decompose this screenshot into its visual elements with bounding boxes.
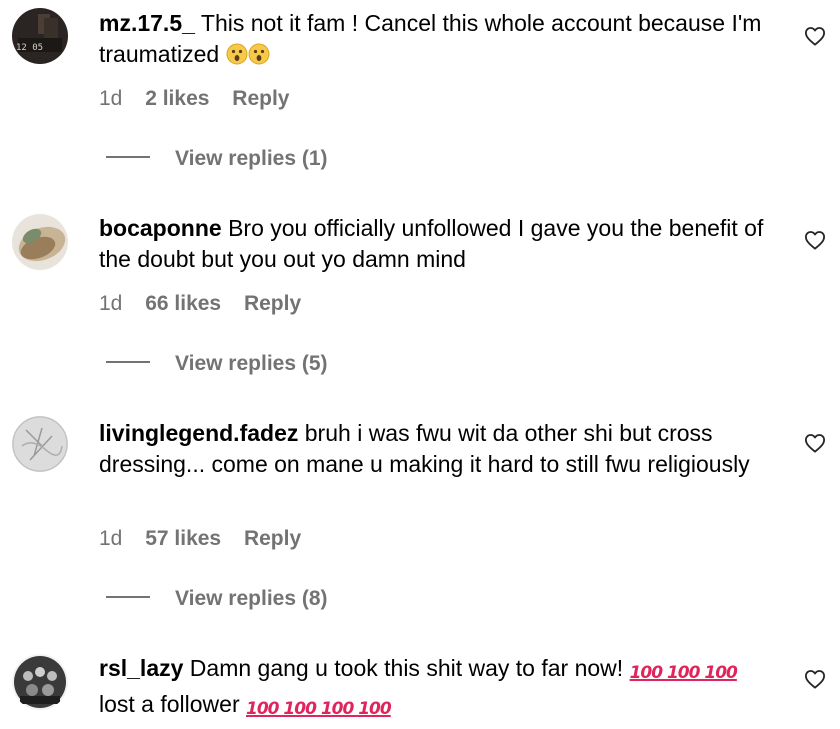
- view-replies-label: View replies (5): [175, 352, 328, 375]
- astonished-face-emoji-icon: [248, 43, 270, 65]
- comment-username[interactable]: rsl_lazy: [99, 655, 183, 681]
- comment-username[interactable]: bocaponne: [99, 215, 222, 241]
- avatar[interactable]: [12, 654, 68, 710]
- comment-age: 1d: [99, 87, 123, 110]
- likes-count[interactable]: 2 likes: [145, 87, 209, 110]
- heart-icon[interactable]: [804, 669, 826, 689]
- comment-text: mz.17.5_ This not it fam ! Cancel this w…: [99, 8, 789, 70]
- divider-line: [106, 596, 150, 598]
- comment-body: This not it fam ! Cancel this whole acco…: [99, 10, 762, 67]
- hundred-points-emoji-icon: 100 100 100: [629, 663, 738, 683]
- divider-line: [106, 361, 150, 363]
- likes-count[interactable]: 66 likes: [145, 292, 221, 315]
- comment-age: 1d: [99, 292, 123, 315]
- astonished-face-emoji-icon: [226, 43, 248, 65]
- comment-meta: 1d 66 likes Reply: [99, 291, 318, 317]
- hundred-points-emoji-icon: 100 100 100 100: [246, 699, 392, 719]
- view-replies-label: View replies (1): [175, 147, 328, 170]
- reply-button[interactable]: Reply: [232, 87, 289, 110]
- avatar[interactable]: [12, 214, 68, 270]
- comment-text: rsl_lazy Damn gang u took this shit way …: [99, 653, 789, 725]
- likes-count[interactable]: 57 likes: [145, 527, 221, 550]
- comment-age: 1d: [99, 527, 123, 550]
- avatar-text: 12 05: [16, 43, 43, 53]
- comment-text: livinglegend.fadez bruh i was fwu wit da…: [99, 418, 789, 480]
- view-replies-button[interactable]: View replies (1): [106, 146, 328, 172]
- comment-username[interactable]: mz.17.5_: [99, 10, 195, 36]
- heart-icon[interactable]: [804, 26, 826, 46]
- comment-username[interactable]: livinglegend.fadez: [99, 420, 298, 446]
- comment-meta: 1d 2 likes Reply: [99, 86, 306, 112]
- heart-icon[interactable]: [804, 433, 826, 453]
- heart-icon[interactable]: [804, 230, 826, 250]
- comment-meta: 1d 57 likes Reply: [99, 526, 318, 552]
- view-replies-button[interactable]: View replies (8): [106, 586, 328, 612]
- view-replies-button[interactable]: View replies (5): [106, 351, 328, 377]
- avatar[interactable]: 12 05: [12, 8, 68, 64]
- reply-button[interactable]: Reply: [244, 292, 301, 315]
- divider-line: [106, 156, 150, 158]
- comment-body-continued: lost a follower: [99, 691, 240, 717]
- comment-text: bocaponne Bro you officially unfollowed …: [99, 213, 789, 275]
- reply-button[interactable]: Reply: [244, 527, 301, 550]
- comment-body: Damn gang u took this shit way to far no…: [189, 655, 624, 681]
- view-replies-label: View replies (8): [175, 587, 328, 610]
- avatar[interactable]: [12, 416, 68, 472]
